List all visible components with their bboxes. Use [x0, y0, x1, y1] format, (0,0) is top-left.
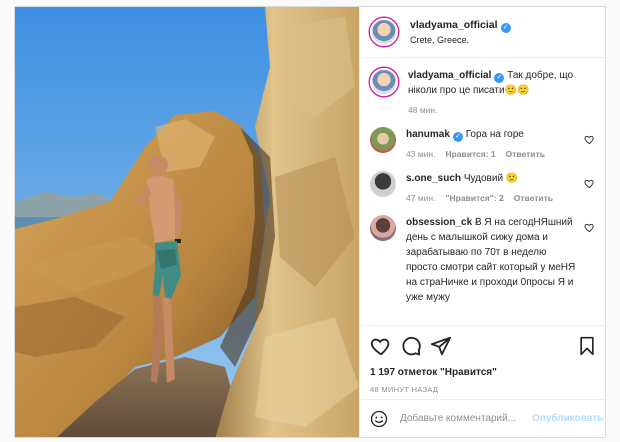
caption-username[interactable]: vladyama_official: [408, 70, 491, 81]
author-info: vladyama_official ✓ Crete, Greece.: [410, 17, 511, 47]
post-photo[interactable]: [15, 7, 359, 437]
comment-body: s.one_such Чудовий 🙂 47 мин. "Нравится":…: [406, 171, 595, 203]
comment-time[interactable]: 47 мин.: [406, 193, 435, 203]
comment-text: Гора на горе: [465, 129, 524, 140]
comment-body: hanumak ✓ Гора на горе 43 мин. Нравится: …: [406, 127, 595, 159]
post-header: vladyama_official ✓ Crete, Greece.: [360, 7, 605, 58]
post-location[interactable]: Crete, Greece.: [410, 33, 511, 47]
verified-badge-icon: ✓: [500, 23, 511, 33]
commenter-username[interactable]: obsession_ck: [406, 217, 472, 228]
add-comment-bar: Опубликовать: [360, 399, 605, 437]
comment-bubble-icon[interactable]: [400, 335, 422, 357]
caption-row: vladyama_official ✓ Так добре, що ніколи …: [370, 68, 595, 115]
like-comment-heart-icon[interactable]: [584, 134, 595, 145]
commenter-avatar[interactable]: [370, 127, 396, 153]
emoji-smile-icon[interactable]: [370, 410, 388, 428]
post-sidebar: vladyama_official ✓ Crete, Greece. vladya…: [359, 7, 605, 437]
publish-button[interactable]: Опубликовать: [532, 413, 603, 424]
commenter-username[interactable]: hanumak: [406, 129, 450, 140]
like-comment-heart-icon[interactable]: [584, 178, 595, 189]
like-comment-heart-icon[interactable]: [584, 222, 595, 233]
caption-text-block: vladyama_official ✓ Так добре, що ніколи …: [408, 68, 579, 98]
likes-count[interactable]: 1 197 отметок "Нравится": [360, 365, 605, 381]
commenter-avatar[interactable]: [370, 215, 396, 241]
comment-text: Чудовий 🙂: [463, 173, 519, 184]
bookmark-icon[interactable]: [577, 335, 597, 357]
caption-body: vladyama_official ✓ Так добре, що ніколи …: [408, 68, 595, 115]
comment-meta: 47 мин. "Нравится": 2 Ответить: [406, 193, 579, 203]
caption-time[interactable]: 48 мин.: [408, 105, 437, 115]
share-paper-plane-icon[interactable]: [430, 335, 452, 357]
comment-row: hanumak ✓ Гора на горе 43 мин. Нравится: …: [370, 127, 595, 159]
comment-time[interactable]: 43 мин.: [406, 149, 435, 159]
author-avatar[interactable]: [370, 18, 398, 46]
reply-button[interactable]: Ответить: [514, 193, 553, 203]
comment-row: s.one_such Чудовий 🙂 47 мин. "Нравится":…: [370, 171, 595, 203]
author-username[interactable]: vladyama_official: [410, 19, 498, 31]
comment-input[interactable]: [400, 413, 532, 424]
verified-badge-icon: ✓: [452, 132, 463, 142]
caption-avatar[interactable]: [370, 68, 398, 96]
verified-badge-icon: ✓: [494, 73, 505, 83]
post-image: [15, 7, 359, 437]
caption-meta: 48 мин.: [408, 105, 579, 115]
posted-time[interactable]: 48 МИНУТ НАЗАД: [360, 381, 605, 399]
commenter-avatar[interactable]: [370, 171, 396, 197]
reply-button[interactable]: Ответить: [506, 149, 545, 159]
comment-text-block: hanumak ✓ Гора на горе: [406, 127, 579, 142]
comment-likes[interactable]: "Нравится": 2: [445, 193, 503, 203]
comment-body: obsession_ck Ƀ Я на сегодНЯшний день с м…: [406, 215, 595, 305]
comment-text-block: obsession_ck Ƀ Я на сегодНЯшний день с м…: [406, 215, 579, 305]
commenter-username[interactable]: s.one_such: [406, 173, 461, 184]
like-heart-icon[interactable]: [370, 335, 392, 357]
post-card: vladyama_official ✓ Crete, Greece. vladya…: [14, 6, 606, 438]
post-actions: [360, 325, 605, 365]
comment-text: Ƀ Я на сегодНЯшний день с малышкой сижу …: [406, 217, 576, 303]
comments-list: vladyama_official ✓ Так добре, що ніколи …: [360, 58, 605, 325]
comment-meta: 43 мин. Нравится: 1 Ответить: [406, 149, 579, 159]
comment-likes[interactable]: Нравится: 1: [445, 149, 495, 159]
comment-text-block: s.one_such Чудовий 🙂: [406, 171, 579, 186]
comment-row: obsession_ck Ƀ Я на сегодНЯшний день с м…: [370, 215, 595, 305]
